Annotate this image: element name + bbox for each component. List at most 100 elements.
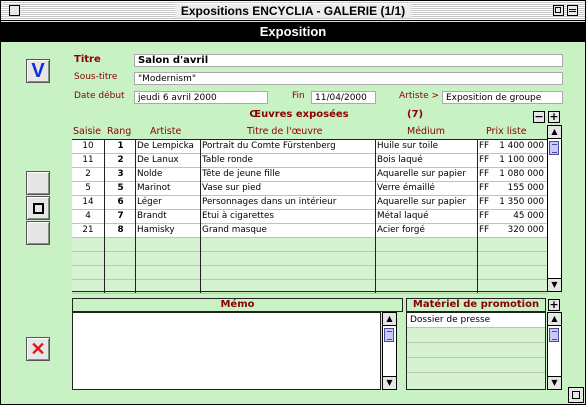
fin-field[interactable]: 11/04/2000 [311,91,376,104]
list-item-empty[interactable] [407,358,545,373]
cell-rang: 7 [117,211,124,221]
cell-medium: Aquarelle sur papier [377,169,466,179]
table-row[interactable]: 11 2 De Lanux Table ronde Bois laqué FF … [72,154,547,168]
scroll-down-icon[interactable]: ▼ [548,278,561,291]
table-row-empty[interactable] [72,280,547,294]
table-row[interactable]: 4 7 Brandt Etui à cigarettes Métal laqué… [72,210,547,224]
cell-medium: Aquarelle sur papier [377,197,466,207]
scroll-down-icon[interactable]: ▼ [383,376,396,389]
table-row[interactable]: 21 8 Hamisky Grand masque Acier forgé FF… [72,224,547,238]
cell-titre: Personnages dans un intérieur [202,197,337,207]
oeuvres-header-row: Saisie Rang Artiste Titre de l'œuvre Méd… [72,125,547,139]
cell-prix: 155 000 [507,183,544,193]
title-bar[interactable]: Expositions ENCYCLIA - GALERIE (1/1) [1,1,585,21]
cell-medium: Acier forgé [377,225,425,235]
table-row[interactable]: 5 5 Marinot Vase sur pied Verre émaillé … [72,182,547,196]
scroll-up-icon[interactable]: ▲ [548,126,561,139]
cell-prix: 320 000 [507,225,544,235]
collapse-box-icon[interactable] [567,5,578,16]
cell-prix: 1 100 000 [499,155,544,165]
artiste-field[interactable]: Exposition de groupe [442,91,563,104]
col-rang: Rang [107,126,132,137]
sous-titre-label: Sous-titre [74,72,118,82]
oeuvres-scrollbar[interactable]: ▲ ▼ [547,125,562,292]
list-item-empty[interactable] [407,373,545,388]
memo-scrollbar[interactable]: ▲ ▼ [382,312,397,390]
artiste-label[interactable]: Artiste > [399,91,439,101]
cell-currency: FF [479,211,490,221]
col-saisie: Saisie [73,126,101,137]
cell-saisie: 4 [85,211,91,221]
add-promo-button[interactable]: + [548,299,560,311]
cell-titre: Grand masque [202,225,267,235]
scroll-thumb-icon[interactable] [549,141,559,155]
oeuvres-table: 10 1 De Lempicka Portrait du Comte Fürst… [72,139,547,294]
fin-label: Fin [292,91,305,101]
cell-currency: FF [479,141,490,151]
cell-currency: FF [479,225,490,235]
col-medium: Médium [407,126,445,137]
validate-icon: V [31,60,45,82]
date-debut-label: Date début [74,91,125,101]
table-row[interactable]: 2 3 Nolde Tête de jeune fille Aquarelle … [72,168,547,182]
table-row-empty[interactable] [72,238,547,252]
cell-medium: Bois laqué [377,155,423,165]
grow-box-icon[interactable] [568,387,584,403]
scroll-thumb-icon[interactable] [384,328,394,342]
cell-currency: FF [479,169,490,179]
table-row-empty[interactable] [72,252,547,266]
record-down-button[interactable] [26,221,50,245]
add-oeuvre-button[interactable]: + [548,111,560,123]
cell-currency: FF [479,197,490,207]
promo-scrollbar[interactable]: ▲ ▼ [547,312,562,390]
cell-rang: 6 [117,197,124,207]
scroll-thumb-icon[interactable] [549,328,559,342]
cell-prix: 1 350 000 [499,197,544,207]
list-item-empty[interactable] [407,343,545,358]
form-header: Exposition [1,22,585,42]
table-row-empty[interactable] [72,266,547,280]
table-row[interactable]: 14 6 Léger Personnages dans un intérieur… [72,196,547,210]
cell-currency: FF [479,183,490,193]
cancel-icon: ✕ [30,339,46,359]
titre-label: Titre [74,54,101,65]
column-divider [104,140,105,293]
record-stop-icon [33,203,44,214]
cell-saisie: 2 [85,169,91,179]
cell-titre: Table ronde [202,155,253,165]
promo-title: Matériel de promotion [406,298,546,312]
titre-field[interactable]: Salon d'avril [134,54,563,67]
record-stop-button[interactable] [26,196,50,220]
cell-saisie: 11 [82,155,94,165]
column-divider [477,140,478,293]
memo-textarea[interactable] [72,312,381,390]
scroll-up-icon[interactable]: ▲ [383,313,396,326]
column-divider [200,140,201,293]
cell-rang: 1 [117,141,124,151]
validate-button[interactable]: V [26,59,50,83]
table-row[interactable]: 10 1 De Lempicka Portrait du Comte Fürst… [72,140,547,154]
cell-titre: Etui à cigarettes [202,211,274,221]
memo-title: Mémo [72,298,403,312]
cancel-button[interactable]: ✕ [26,337,50,361]
cell-saisie: 21 [82,225,94,235]
sous-titre-field[interactable]: "Modernism" [134,72,563,85]
list-item-empty[interactable] [407,328,545,343]
scroll-up-icon[interactable]: ▲ [548,313,561,326]
cell-prix: 1 400 000 [499,141,544,151]
list-item[interactable]: Dossier de presse [407,313,545,328]
date-debut-field[interactable]: jeudi 6 avril 2000 [134,91,268,104]
promo-list: Dossier de presse [406,312,546,390]
close-box-icon[interactable] [9,5,20,16]
record-up-button[interactable] [26,171,50,195]
remove-oeuvre-button[interactable]: − [533,111,545,123]
scroll-down-icon[interactable]: ▼ [548,376,561,389]
cell-artiste: Marinot [137,183,171,193]
cell-rang: 3 [117,169,124,179]
zoom-box-icon[interactable] [553,5,564,16]
cell-titre: Vase sur pied [202,183,262,193]
col-titre: Titre de l'œuvre [247,126,323,137]
window-title: Expositions ENCYCLIA - GALERIE (1/1) [174,4,412,18]
column-divider [375,140,376,293]
promo-item-label: Dossier de presse [410,315,491,325]
